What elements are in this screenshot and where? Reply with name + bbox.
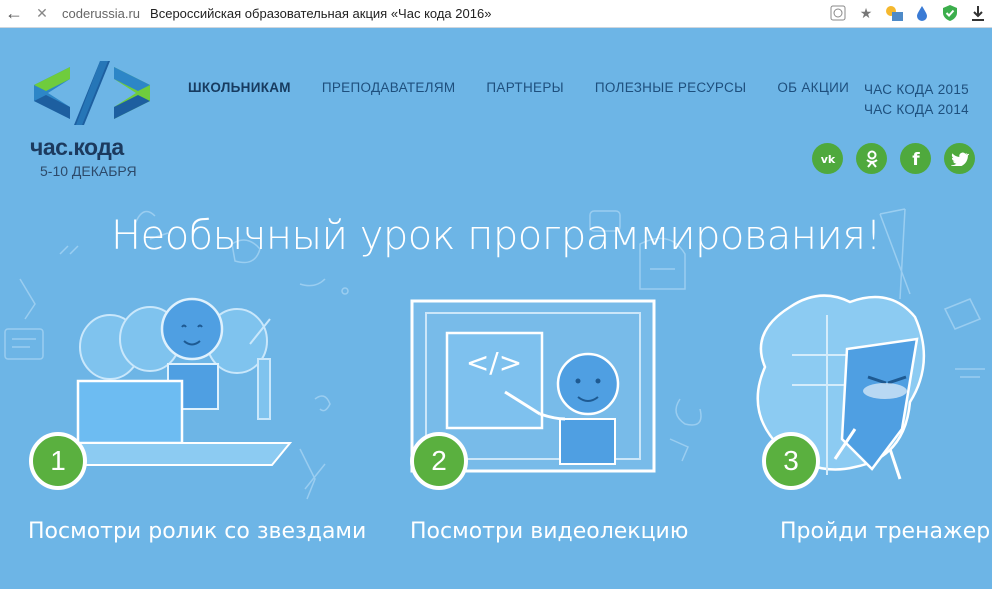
facebook-icon[interactable]: f: [900, 143, 931, 174]
page-content: </> час.кода 5-10 ДЕКАБРЯ ШКОЛЬНИКАМ ПРЕ…: [0, 29, 992, 589]
site-logo[interactable]: час.кода 5-10 ДЕКАБРЯ: [30, 61, 160, 179]
nav-item-2014[interactable]: ЧАС КОДА 2014: [864, 100, 969, 120]
page-icon[interactable]: [828, 3, 848, 23]
shield-extension-icon[interactable]: [940, 3, 960, 23]
hero-headline: Необычный урок программирования!: [111, 213, 881, 259]
browser-toolbar: ← ✕ coderussia.ru Всероссийская образова…: [0, 0, 992, 28]
logo-brackets-icon: [34, 61, 150, 125]
svg-text:vk: vk: [820, 153, 835, 165]
weather-extension-icon[interactable]: [884, 3, 904, 23]
url-page-title[interactable]: Всероссийская образовательная акция «Час…: [150, 6, 491, 21]
back-arrow-icon[interactable]: ←: [0, 3, 28, 24]
code-symbol: </>: [466, 346, 522, 379]
logo-name: час.кода: [30, 134, 124, 160]
svg-text:f: f: [912, 150, 920, 168]
nav-item-about[interactable]: ОБ АКЦИИ: [777, 80, 849, 95]
step1-badge: 1: [29, 432, 87, 490]
nav-item-teachers[interactable]: ПРЕПОДАВАТЕЛЯМ: [322, 80, 456, 95]
odnoklassniki-icon[interactable]: [856, 143, 887, 174]
nav-archive: ЧАС КОДА 2015 ЧАС КОДА 2014: [864, 80, 992, 120]
download-icon[interactable]: [968, 3, 988, 23]
logo-dates: 5-10 ДЕКАБРЯ: [40, 163, 137, 179]
step3-label[interactable]: Пройди тренажер: [780, 519, 990, 544]
step2-badge: 2: [410, 432, 468, 490]
toolbar-right: ★: [828, 3, 988, 23]
twitter-icon[interactable]: [944, 143, 975, 174]
close-icon[interactable]: ✕: [28, 5, 56, 22]
url-domain[interactable]: coderussia.ru: [62, 6, 140, 21]
nav-item-students[interactable]: ШКОЛЬНИКАМ: [188, 80, 291, 95]
nav-item-resources[interactable]: ПОЛЕЗНЫЕ РЕСУРСЫ: [595, 80, 746, 95]
step3-badge: 3: [762, 432, 820, 490]
vk-icon[interactable]: vk: [812, 143, 843, 174]
main-nav: ШКОЛЬНИКАМ ПРЕПОДАВАТЕЛЯМ ПАРТНЕРЫ ПОЛЕЗ…: [188, 80, 969, 117]
nav-item-2015[interactable]: ЧАС КОДА 2015: [864, 80, 969, 100]
step2-label[interactable]: Посмотри видеолекцию: [410, 519, 688, 544]
step1-illustration: [52, 297, 293, 466]
drop-extension-icon[interactable]: [912, 3, 932, 23]
step1-label[interactable]: Посмотри ролик со звездами: [28, 519, 366, 544]
nav-item-partners[interactable]: ПАРТНЕРЫ: [486, 80, 563, 95]
social-links: vk f: [812, 143, 975, 174]
bookmark-star-icon[interactable]: ★: [856, 3, 876, 23]
